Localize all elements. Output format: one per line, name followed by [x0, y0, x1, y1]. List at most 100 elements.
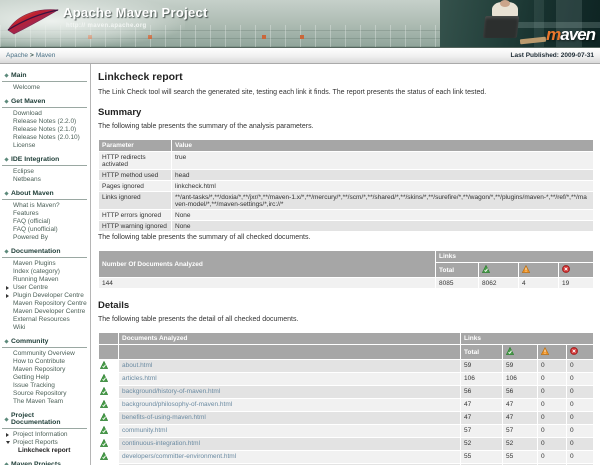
value-cell: linkcheck.html: [172, 181, 593, 191]
total-header: Total: [461, 345, 502, 359]
links-warn: 0: [538, 425, 566, 437]
sidebar-item-powered-by[interactable]: Powered By: [0, 234, 90, 242]
links-total: 47: [461, 399, 502, 411]
section-marker-icon: [4, 191, 8, 195]
sidebar-nav: Main Welcome Get Maven Download Release …: [0, 64, 91, 465]
links-total: 59: [461, 360, 502, 372]
sidebar-item-plugin-developer-centre[interactable]: Plugin Developer Centre: [0, 292, 90, 300]
sidebar-item-the-maven-team[interactable]: The Maven Team: [0, 398, 90, 406]
document-link[interactable]: continuous-integration.html: [122, 440, 200, 447]
links-ok: 47: [503, 412, 537, 424]
sidebar-item-index-category[interactable]: Index (category): [0, 268, 90, 276]
sidebar-item-getting-help[interactable]: Getting Help: [0, 374, 90, 382]
success-icon: [100, 426, 108, 434]
sidebar-item-features[interactable]: Features: [0, 210, 90, 218]
links-total: 106: [461, 373, 502, 385]
value-cell: None: [172, 210, 593, 220]
links-err: 0: [567, 425, 593, 437]
breadcrumb-link-maven[interactable]: Maven: [36, 52, 56, 59]
details-heading: Details: [98, 300, 594, 311]
sidebar-item-maven-plugins[interactable]: Maven Plugins: [0, 260, 90, 268]
sidebar-section-ide-integration: IDE Integration Eclipse Netbeans: [0, 154, 90, 184]
sidebar-item-how-to-contribute[interactable]: How to Contribute: [0, 358, 90, 366]
table-row: benefits-of-using-maven.html 47 47 0 0: [99, 412, 593, 424]
main-content: Linkcheck report The Link Check tool wil…: [91, 64, 600, 465]
sidebar-item-external-resources[interactable]: External Resources: [0, 316, 90, 324]
sidebar-item-release-notes-210[interactable]: Release Notes (2.1.0): [0, 126, 90, 134]
success-icon: [100, 400, 108, 408]
links-total: 57: [461, 425, 502, 437]
document-link[interactable]: benefits-of-using-maven.html: [122, 414, 206, 421]
table-row: about.html 59 59 0 0: [99, 360, 593, 372]
breadcrumb-bar: Apache>Maven Last Published: 2009-07-31: [0, 48, 600, 64]
sidebar-item-user-centre[interactable]: User Centre: [0, 284, 90, 292]
sidebar-item-faq-unofficial[interactable]: FAQ (unofficial): [0, 226, 90, 234]
param-cell: HTTP warning ignored: [99, 221, 171, 231]
sidebar-item-welcome[interactable]: Welcome: [0, 84, 90, 92]
document-link[interactable]: background/philosophy-of-maven.html: [122, 401, 232, 408]
links-warn: 0: [538, 399, 566, 411]
document-link[interactable]: articles.html: [122, 375, 157, 382]
links-warn: 0: [538, 451, 566, 463]
sidebar-item-community-overview[interactable]: Community Overview: [0, 350, 90, 358]
links-err: 0: [567, 386, 593, 398]
error-icon: [562, 265, 570, 273]
sidebar-item-faq-official[interactable]: FAQ (official): [0, 218, 90, 226]
documents-analyzed-header: Number Of Documents Analyzed: [99, 251, 435, 277]
sidebar-item-maven-repository-centre[interactable]: Maven Repository Centre: [0, 300, 90, 308]
document-link[interactable]: about.html: [122, 362, 152, 369]
chevron-right-icon: [6, 294, 9, 298]
sidebar-item-project-reports[interactable]: Project Reports: [0, 439, 90, 447]
sidebar-item-wiki[interactable]: Wiki: [0, 324, 90, 332]
param-cell: HTTP errors ignored: [99, 210, 171, 220]
page: Apache Maven Project http:// maven.apach…: [0, 0, 600, 465]
sidebar-section-community: Community Community Overview How to Cont…: [0, 336, 90, 406]
document-link[interactable]: community.html: [122, 427, 167, 434]
document-link[interactable]: developers/committer-environment.html: [122, 453, 236, 460]
sidebar-item-download[interactable]: Download: [0, 110, 90, 118]
sidebar-section-title: Project Documentation: [2, 410, 87, 429]
document-link[interactable]: background/history-of-maven.html: [122, 388, 220, 395]
params-intro-text: The following table presents the summary…: [98, 123, 594, 130]
table-row: HTTP warning ignored None: [99, 221, 593, 231]
sidebar-item-netbeans[interactable]: Netbeans: [0, 176, 90, 184]
sidebar-item-maven-developer-centre[interactable]: Maven Developer Centre: [0, 308, 90, 316]
warning-icon: [522, 265, 530, 273]
value-cell: true: [172, 152, 593, 169]
banner-grid-marker: [300, 35, 304, 39]
maven-logo[interactable]: maven: [546, 25, 595, 45]
apache-feather-logo[interactable]: [4, 4, 62, 42]
sidebar-item-what-is-maven[interactable]: What is Maven?: [0, 202, 90, 210]
banner-photo: maven: [440, 0, 600, 47]
sidebar-item-release-notes-2010[interactable]: Release Notes (2.0.10): [0, 134, 90, 142]
param-cell: HTTP redirects activated: [99, 152, 171, 169]
breadcrumb-link-apache[interactable]: Apache: [6, 52, 28, 59]
links-err: 0: [567, 451, 593, 463]
docs-intro-text: The following table presents the summary…: [98, 234, 594, 241]
sidebar-item-source-repository[interactable]: Source Repository: [0, 390, 90, 398]
page-title: Linkcheck report: [98, 71, 594, 83]
links-ok: 106: [503, 373, 537, 385]
sidebar-section-title: About Maven: [2, 188, 87, 200]
intro-text: The Link Check tool will search the gene…: [98, 89, 594, 96]
sidebar-item-release-notes-220[interactable]: Release Notes (2.2.0): [0, 118, 90, 126]
links-ok: 55: [503, 451, 537, 463]
sidebar-item-project-information[interactable]: Project Information: [0, 431, 90, 439]
sidebar-section-title: Main: [2, 70, 87, 82]
status-column-header: [99, 333, 118, 344]
details-table: Documents Analyzed Links Total about.htm…: [98, 332, 594, 465]
links-warn: 0: [538, 373, 566, 385]
sidebar-item-running-maven[interactable]: Running Maven: [0, 276, 90, 284]
sidebar-section-title: Maven Projects: [2, 459, 87, 465]
sidebar-item-issue-tracking[interactable]: Issue Tracking: [0, 382, 90, 390]
links-ok: 52: [503, 438, 537, 450]
sidebar-item-linkcheck-report[interactable]: Linkcheck report: [0, 447, 90, 455]
documents-analyzed-header: Documents Analyzed: [119, 333, 460, 344]
table-row: HTTP errors ignored None: [99, 210, 593, 220]
sidebar-item-maven-repository[interactable]: Maven Repository: [0, 366, 90, 374]
total-header: Total: [436, 263, 478, 277]
param-cell: HTTP method used: [99, 170, 171, 180]
section-marker-icon: [4, 157, 8, 161]
sidebar-item-eclipse[interactable]: Eclipse: [0, 168, 90, 176]
sidebar-item-license[interactable]: License: [0, 142, 90, 150]
